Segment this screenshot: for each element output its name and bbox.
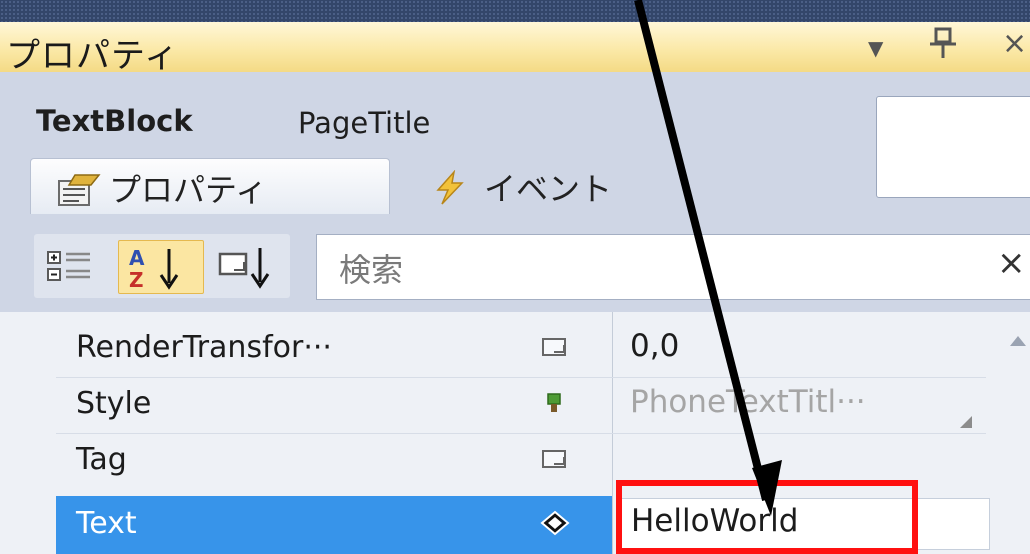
property-value[interactable]: 0,0 [630,328,679,364]
sort-alphabetical-button[interactable]: AZ [118,240,204,294]
properties-icon [55,171,101,215]
property-value[interactable]: PhoneTextTitl··· [630,384,866,420]
highlight-annotation-box [616,480,918,554]
object-type-label: TextBlock [36,104,193,138]
svg-text:Z: Z [129,268,144,292]
tab-events-label: イベント [484,170,613,208]
property-name: Tag [76,442,127,477]
local-value-marker-icon[interactable] [540,446,570,476]
clear-search-icon[interactable]: × [997,243,1026,283]
panel-title-bar: プロパティ ▼ × [0,22,1030,76]
pin-icon[interactable] [926,26,960,68]
sort-source-button[interactable] [214,240,278,292]
categorize-button[interactable] [40,240,106,292]
panel-title: プロパティ [6,36,179,76]
sort-source-icon [218,248,270,289]
tab-properties-label: プロパティ [109,171,268,209]
window-top-strip [0,0,1030,22]
categorize-icon [47,251,90,281]
property-name: RenderTransfor··· [76,330,332,365]
selected-row-highlight [56,496,612,554]
diamond-marker-icon[interactable] [540,510,570,540]
local-value-marker-icon[interactable] [540,334,570,364]
object-name-field[interactable] [876,96,1030,198]
object-name-label: PageTitle [298,106,431,140]
resize-grip-icon [960,416,972,428]
tab-events[interactable]: イベント [408,158,688,214]
dropdown-arrow-icon[interactable]: ▼ [868,36,883,60]
property-row[interactable]: Style PhoneTextTitl··· [0,378,1030,433]
search-placeholder: 検索 [339,251,404,289]
property-name: Style [76,386,152,421]
property-name: Text [76,506,137,541]
property-row[interactable]: RenderTransfor··· 0,0 [0,322,1030,377]
sort-az-icon: AZ [129,246,179,292]
tab-properties[interactable]: プロパティ [30,158,390,215]
search-input[interactable]: 検索 × [316,234,1030,300]
lightning-icon [432,169,468,214]
resource-marker-icon[interactable] [540,390,570,420]
close-icon[interactable]: × [1002,26,1027,61]
svg-text:A: A [129,246,145,270]
